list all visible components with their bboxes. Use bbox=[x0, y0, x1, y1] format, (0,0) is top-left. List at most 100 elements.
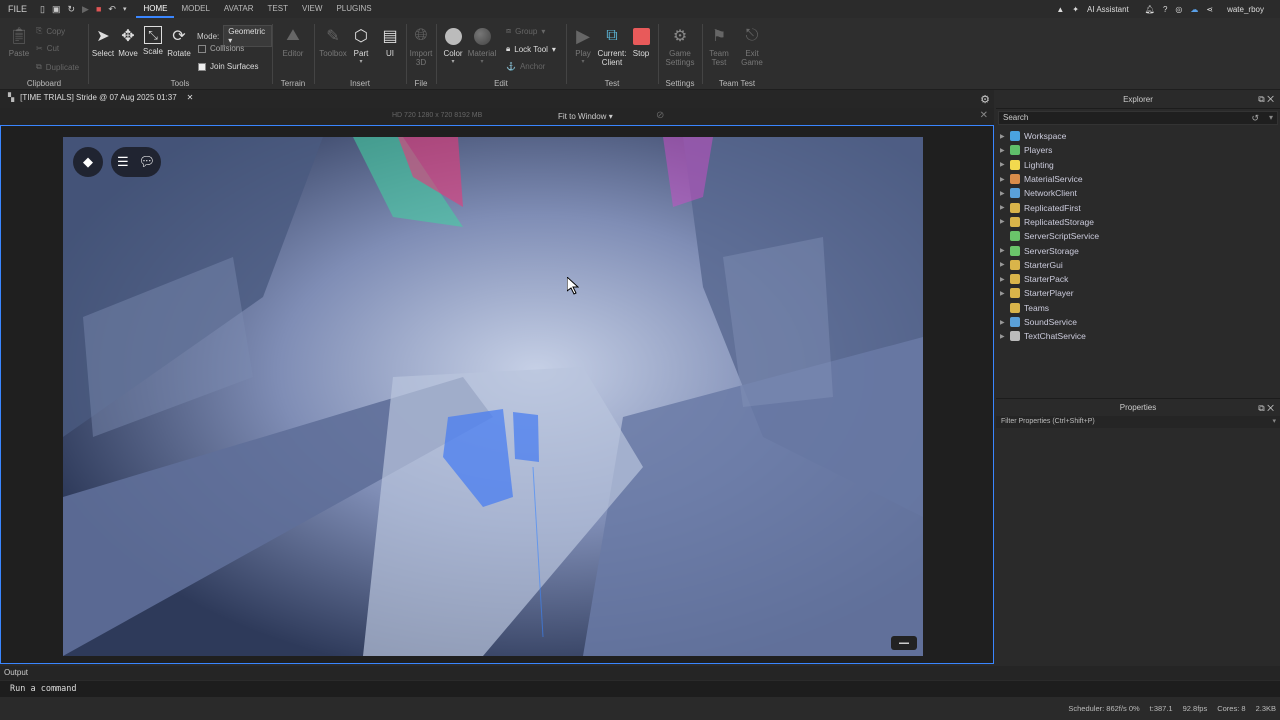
expand-arrow-icon[interactable]: ▶ bbox=[1000, 147, 1010, 154]
ai-assistant-icon[interactable]: ✦ bbox=[1072, 5, 1079, 14]
file-menu-button[interactable]: FILE bbox=[8, 4, 27, 14]
explorer-item-startergui[interactable]: ▶ StarterGui bbox=[1000, 258, 1276, 272]
color-dropdown-icon[interactable]: ▾ bbox=[438, 58, 468, 65]
rotate-tool-button[interactable]: ⟳ Rotate bbox=[164, 26, 194, 58]
part-dropdown-icon[interactable]: ▾ bbox=[346, 58, 376, 65]
roblox-menu-logo-icon[interactable]: ◆ bbox=[73, 147, 103, 177]
explorer-item-serverscriptservice[interactable]: ServerScriptService bbox=[1000, 229, 1276, 243]
play-dropdown-icon[interactable]: ▾ bbox=[568, 58, 598, 65]
explorer-item-lighting[interactable]: ▶ Lighting bbox=[1000, 158, 1276, 172]
document-tab[interactable]: ▚ [TIME TRIALS] Stride @ 07 Aug 2025 01:… bbox=[8, 93, 193, 102]
tab-test[interactable]: TEST bbox=[261, 0, 295, 18]
search-dropdown-icon[interactable]: ▾ bbox=[1269, 112, 1273, 124]
expand-arrow-icon[interactable]: ▶ bbox=[1000, 276, 1010, 283]
play-quick-icon[interactable]: ▶ bbox=[82, 4, 89, 15]
expand-arrow-icon[interactable]: ▶ bbox=[1000, 204, 1010, 211]
explorer-item-textchatservice[interactable]: ▶ TextChatService bbox=[1000, 329, 1276, 343]
game-settings-button[interactable]: ⚙ Game Settings bbox=[665, 26, 695, 67]
command-bar-input[interactable]: Run a command bbox=[0, 681, 1280, 697]
undo-icon[interactable]: ↶ bbox=[108, 4, 116, 15]
explorer-item-workspace[interactable]: ▶ Workspace bbox=[1000, 129, 1276, 143]
stop-quick-icon[interactable]: ■ bbox=[96, 4, 101, 14]
popout-icon[interactable]: ⧉ bbox=[1258, 94, 1264, 104]
duplicate-button[interactable]: ⧉ Duplicate bbox=[36, 62, 79, 72]
explorer-item-replicatedfirst[interactable]: ▶ ReplicatedFirst bbox=[1000, 200, 1276, 214]
explorer-item-serverstorage[interactable]: ▶ ServerStorage bbox=[1000, 243, 1276, 257]
collisions-toggle[interactable]: Collisions bbox=[198, 44, 244, 53]
close-panel-icon[interactable]: ✕ bbox=[1267, 403, 1274, 413]
properties-filter-input[interactable]: Filter Properties (Ctrl+Shift+P) ▾ bbox=[996, 416, 1280, 428]
explorer-item-networkclient[interactable]: ▶ NetworkClient bbox=[1000, 186, 1276, 200]
tab-plugins[interactable]: PLUGINS bbox=[329, 0, 378, 18]
game-viewport[interactable]: ◆ ☰ 💬︎ ▬▬ bbox=[0, 125, 994, 664]
popout-icon[interactable]: ⧉ bbox=[1258, 403, 1264, 413]
anchor-button[interactable]: ⚓ Anchor bbox=[506, 62, 545, 71]
expand-arrow-icon[interactable]: ▶ bbox=[1000, 190, 1010, 197]
lock-tool-button[interactable]: 🔒︎ Lock Tool ▾ bbox=[506, 44, 556, 54]
group-button[interactable]: ⧈ Group ▾ bbox=[506, 26, 545, 36]
username-label[interactable]: wate_rboy bbox=[1227, 5, 1264, 14]
expand-arrow-icon[interactable]: ▶ bbox=[1000, 319, 1010, 326]
history-icon[interactable]: ↺ bbox=[1251, 112, 1259, 124]
output-tab[interactable]: Output bbox=[0, 666, 1280, 680]
expand-arrow-icon[interactable]: ▶ bbox=[1000, 161, 1010, 168]
explorer-item-soundservice[interactable]: ▶ SoundService bbox=[1000, 315, 1276, 329]
viewport-scrollbar[interactable] bbox=[986, 128, 992, 660]
part-button[interactable]: ⬡ Part ▾ bbox=[346, 26, 376, 65]
tab-home[interactable]: HOME bbox=[136, 0, 175, 18]
material-button[interactable]: Material ▾ bbox=[467, 26, 497, 65]
tab-avatar[interactable]: AVATAR bbox=[217, 0, 261, 18]
hamburger-menu-icon[interactable]: ☰ bbox=[117, 154, 129, 170]
import-3d-button[interactable]: 🌐︎ Import 3D bbox=[406, 26, 436, 67]
expand-arrow-icon[interactable]: ▶ bbox=[1000, 333, 1010, 340]
help-icon[interactable]: ? bbox=[1163, 5, 1167, 14]
expand-arrow-icon[interactable]: ▶ bbox=[1000, 218, 1010, 225]
close-tab-icon[interactable]: ✕ bbox=[187, 93, 194, 102]
fit-to-window-dropdown[interactable]: Fit to Window ▾ bbox=[558, 112, 613, 121]
account-icon[interactable]: ◎ bbox=[1175, 5, 1182, 14]
copy-button[interactable]: ⎘ Copy bbox=[36, 26, 65, 36]
tab-view[interactable]: VIEW bbox=[295, 0, 329, 18]
game-scene[interactable]: ◆ ☰ 💬︎ ▬▬ bbox=[63, 137, 923, 656]
explorer-item-materialservice[interactable]: ▶ MaterialService bbox=[1000, 172, 1276, 186]
expand-arrow-icon[interactable]: ▶ bbox=[1000, 133, 1010, 140]
collisions-checkbox[interactable] bbox=[198, 44, 206, 53]
ui-button[interactable]: ▤ UI bbox=[375, 26, 405, 58]
play-button[interactable]: ▶ Play ▾ bbox=[568, 26, 598, 66]
explorer-search-input[interactable]: Search ↺ ▾ bbox=[998, 111, 1278, 125]
group-dropdown-icon[interactable]: ▾ bbox=[541, 27, 545, 36]
color-button[interactable]: Color ▾ bbox=[438, 26, 468, 65]
current-client-button[interactable]: ⧉ Current: Client bbox=[596, 26, 628, 67]
expand-arrow-icon[interactable]: ▶ bbox=[1000, 261, 1010, 268]
explorer-item-starterplayer[interactable]: ▶ StarterPlayer bbox=[1000, 286, 1276, 300]
close-emulation-icon[interactable]: ✕ bbox=[980, 110, 988, 121]
paste-button[interactable]: 📋︎ Paste bbox=[4, 26, 34, 58]
expand-arrow-icon[interactable]: ▶ bbox=[1000, 176, 1010, 183]
stop-button[interactable]: Stop bbox=[626, 26, 656, 58]
filter-dropdown-icon[interactable]: ▾ bbox=[1272, 416, 1276, 428]
explorer-item-starterpack[interactable]: ▶ StarterPack bbox=[1000, 272, 1276, 286]
notification-bell-icon[interactable]: 🔔︎ bbox=[1145, 5, 1155, 14]
collapse-up-icon[interactable]: ▲ bbox=[1056, 5, 1064, 14]
chat-bubble-icon[interactable]: 💬︎ bbox=[139, 154, 156, 170]
material-dropdown-icon[interactable]: ▾ bbox=[467, 58, 497, 65]
lock-dropdown-icon[interactable]: ▾ bbox=[552, 45, 556, 54]
no-emulation-icon[interactable]: ⊘ bbox=[656, 110, 664, 121]
ai-assistant-button[interactable]: AI Assistant bbox=[1087, 5, 1129, 14]
close-panel-icon[interactable]: ✕ bbox=[1267, 94, 1274, 104]
toolbox-button[interactable]: ✎ Toolbox bbox=[318, 26, 348, 58]
expand-arrow-icon[interactable]: ▶ bbox=[1000, 290, 1010, 297]
join-surfaces-checkbox[interactable] bbox=[198, 62, 206, 71]
share-icon[interactable]: ⋖ bbox=[1206, 5, 1213, 14]
terrain-editor-button[interactable]: ⛰ Editor bbox=[278, 26, 308, 58]
save-icon[interactable]: ▣ bbox=[52, 4, 61, 15]
explorer-item-teams[interactable]: Teams bbox=[1000, 301, 1276, 315]
team-test-button[interactable]: ⚑ Team Test bbox=[704, 26, 734, 67]
new-file-icon[interactable]: ▯ bbox=[40, 4, 45, 15]
redo-arrow-icon[interactable]: ↻ bbox=[67, 4, 75, 15]
expand-arrow-icon[interactable]: ▶ bbox=[1000, 247, 1010, 254]
viewport-settings-gear-icon[interactable]: ⚙ bbox=[980, 93, 990, 106]
cut-button[interactable]: ✂ Cut bbox=[36, 44, 59, 53]
dropdown-quick-icon[interactable]: ▾ bbox=[123, 5, 127, 13]
tab-model[interactable]: MODEL bbox=[174, 0, 216, 18]
